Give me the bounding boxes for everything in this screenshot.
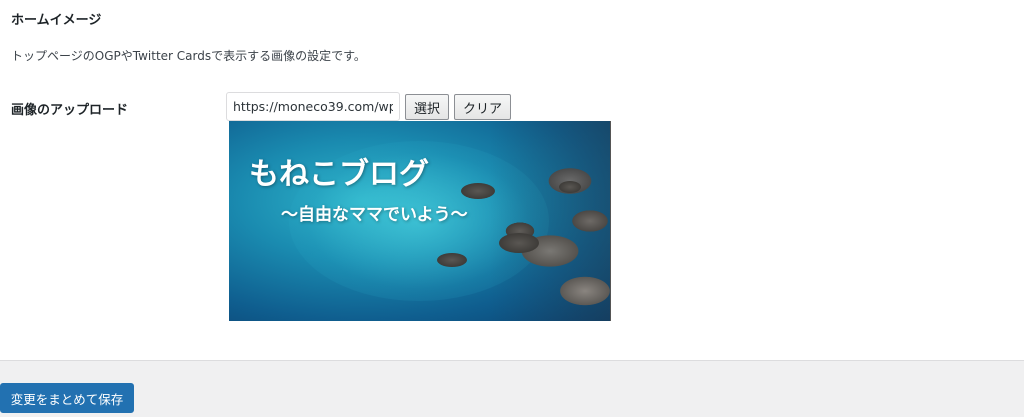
- save-all-button[interactable]: 変更をまとめて保存: [0, 383, 134, 413]
- image-preview: もねこブログ 〜自由なママでいよう〜: [229, 121, 611, 321]
- preview-title: もねこブログ: [249, 157, 429, 192]
- section-title: ホームイメージ: [11, 13, 102, 28]
- settings-panel: ホームイメージ トップページのOGPやTwitter Cardsで表示する画像の…: [0, 0, 1024, 361]
- preview-rocks: [490, 121, 610, 321]
- preview-rock: [461, 183, 495, 199]
- preview-rock: [499, 233, 539, 253]
- clear-button[interactable]: クリア: [454, 94, 511, 120]
- upload-label: 画像のアップロード: [11, 103, 129, 118]
- section-description: トップページのOGPやTwitter Cardsで表示する画像の設定です。: [11, 49, 366, 63]
- preview-subtitle: 〜自由なママでいよう〜: [281, 205, 468, 225]
- preview-rock: [559, 181, 581, 193]
- select-button[interactable]: 選択: [405, 94, 449, 120]
- preview-rock: [437, 253, 467, 267]
- image-url-input[interactable]: [226, 92, 400, 121]
